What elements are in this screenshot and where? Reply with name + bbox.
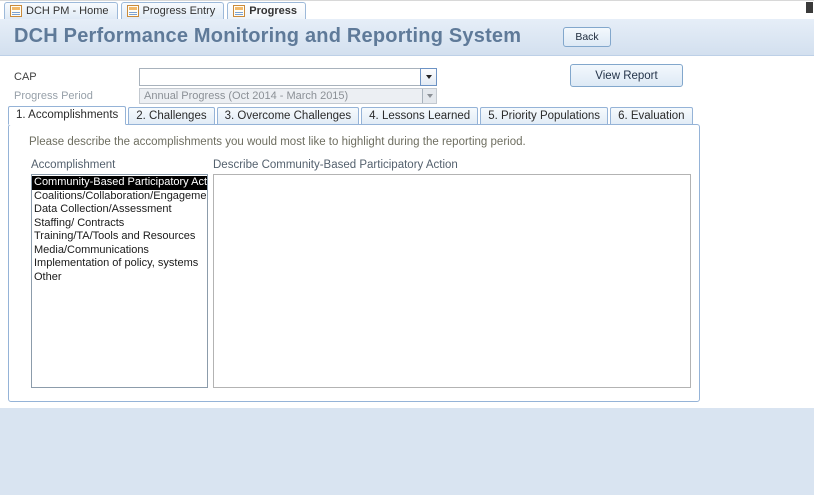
chevron-down-icon — [427, 94, 433, 98]
form-icon — [233, 5, 245, 17]
cap-combobox-value — [140, 69, 421, 85]
describe-textarea[interactable] — [213, 174, 691, 388]
progress-period-dropdown-button[interactable] — [422, 89, 436, 103]
accomplishment-listbox[interactable]: Community-Based Participatory Action Coa… — [31, 174, 208, 388]
form-icon — [127, 5, 139, 17]
progress-period-value: Annual Progress (Oct 2014 - March 2015) — [140, 89, 422, 103]
header-band: DCH Performance Monitoring and Reporting… — [0, 19, 814, 56]
window-background — [0, 408, 814, 495]
tab-strip: 1. Accomplishments 2. Challenges 3. Over… — [8, 106, 695, 125]
list-item[interactable]: Training/TA/Tools and Resources — [32, 230, 207, 244]
describe-label: Describe Community-Based Participatory A… — [213, 159, 458, 171]
cap-combobox[interactable] — [139, 68, 437, 86]
form-icon — [10, 5, 22, 17]
tab-priority-populations[interactable]: 5. Priority Populations — [480, 107, 608, 125]
document-tab-dch-pm-home[interactable]: DCH PM - Home — [4, 2, 118, 19]
vertical-scrollbar[interactable] — [806, 0, 813, 495]
list-item[interactable]: Data Collection/Assessment — [32, 203, 207, 217]
progress-period-label: Progress Period — [14, 90, 93, 102]
document-tab-progress[interactable]: Progress — [227, 2, 306, 19]
scrollbar-thumb[interactable] — [806, 2, 813, 13]
tab-accomplishments[interactable]: 1. Accomplishments — [8, 106, 126, 125]
list-item[interactable]: Community-Based Participatory Action — [32, 176, 207, 190]
app-window: DCH PM - Home Progress Entry Progress DC… — [0, 0, 814, 495]
page-title: DCH Performance Monitoring and Reporting… — [14, 25, 521, 48]
list-item[interactable]: Coalitions/Collaboration/Engagement — [32, 190, 207, 204]
document-tab-label: Progress Entry — [143, 5, 216, 17]
tab-overcome-challenges[interactable]: 3. Overcome Challenges — [217, 107, 360, 125]
instruction-text: Please describe the accomplishments you … — [29, 136, 526, 148]
back-button[interactable]: Back — [563, 27, 611, 47]
document-tab-label: DCH PM - Home — [26, 5, 109, 17]
document-tab-bar: DCH PM - Home Progress Entry Progress — [0, 0, 814, 19]
cap-dropdown-button[interactable] — [420, 68, 437, 86]
list-item[interactable]: Other — [32, 271, 207, 285]
document-tab-label: Progress — [249, 5, 297, 17]
tab-evaluation[interactable]: 6. Evaluation — [610, 107, 693, 125]
cap-label: CAP — [14, 71, 37, 83]
accomplishments-panel: Please describe the accomplishments you … — [8, 124, 700, 402]
document-tab-progress-entry[interactable]: Progress Entry — [121, 2, 225, 19]
accomplishment-list-label: Accomplishment — [31, 159, 115, 171]
list-item[interactable]: Staffing/ Contracts — [32, 217, 207, 231]
list-item[interactable]: Implementation of policy, systems — [32, 257, 207, 271]
tab-lessons-learned[interactable]: 4. Lessons Learned — [361, 107, 478, 125]
list-item[interactable]: Media/Communications — [32, 244, 207, 258]
chevron-down-icon — [426, 75, 432, 79]
tab-challenges[interactable]: 2. Challenges — [128, 107, 214, 125]
form-area: CAP Progress Period Annual Progress (Oct… — [0, 56, 814, 408]
view-report-button[interactable]: View Report — [570, 64, 683, 87]
progress-period-combobox[interactable]: Annual Progress (Oct 2014 - March 2015) — [139, 88, 437, 104]
